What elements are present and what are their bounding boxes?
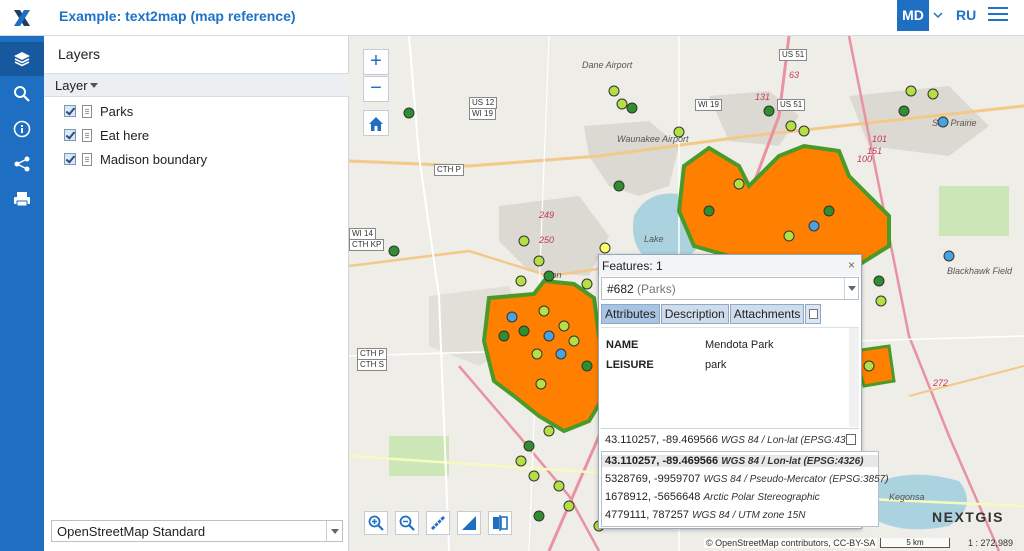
measure-area-button[interactable] (457, 511, 481, 535)
tab-attributes[interactable]: Attributes (601, 304, 660, 324)
language-md-button[interactable]: MD (897, 0, 929, 31)
chevron-down-icon[interactable] (844, 278, 858, 299)
basemap-select[interactable]: OpenStreetMap Standard (51, 520, 343, 542)
swipe-icon (493, 515, 508, 531)
vector-layer-icon (82, 104, 92, 118)
coordinate-option[interactable]: 4779111, 787257 WGS 84 / UTM zone 15N (605, 509, 805, 521)
feature-id: #682 (Parks) (607, 282, 676, 296)
layer-row-madison-boundary[interactable]: Madison boundary (64, 149, 207, 169)
layer-row-parks[interactable]: Parks (64, 101, 133, 121)
layer-checkbox[interactable] (64, 105, 76, 117)
home-icon (369, 117, 383, 131)
zoom-in-box-icon (368, 515, 384, 531)
coord-option-value: 43.110257, -89.469566 (605, 455, 719, 467)
edit-feature-icon[interactable] (805, 304, 822, 324)
popup-title: Features: 1 (602, 259, 663, 273)
measure-distance-icon (431, 516, 445, 530)
tab-attachments[interactable]: Attachments (729, 304, 805, 324)
measure-distance-button[interactable] (426, 511, 450, 535)
zoom-out-box-button[interactable] (395, 511, 419, 535)
top-header: Example: text2map (map reference) MD RU (0, 0, 1024, 36)
coord-option-crs: WGS 84 / UTM zone 15N (692, 510, 806, 521)
attributes-scrollbar[interactable] (849, 328, 859, 427)
share-icon[interactable] (0, 147, 44, 181)
feature-info-popup[interactable]: Features: 1 × #682 (Parks) Attributes De… (598, 254, 889, 529)
scale-ratio: 1 : 272,989 (968, 538, 1014, 548)
coord-option-crs: Arctic Polar Stereographic (703, 492, 820, 503)
vector-layer-icon (82, 128, 92, 142)
feature-id-value: #682 (607, 282, 634, 296)
attribute-value: Mendota Park (705, 339, 774, 351)
layer-column-header[interactable]: Layer (44, 73, 349, 97)
language-ru-button[interactable]: RU (956, 0, 976, 31)
measure-area-icon (462, 516, 476, 530)
attribute-key: LEISURE (606, 359, 654, 371)
feature-select[interactable]: #682 (Parks) (601, 277, 859, 300)
coord-option-crs: WGS 84 / Lon-lat (EPSG:4326) (721, 456, 864, 467)
basemap-value: OpenStreetMap Standard (57, 524, 206, 539)
layer-name[interactable]: Madison boundary (100, 152, 207, 167)
caret-down-icon[interactable] (90, 83, 98, 88)
coord-crs: WGS 84 / Lon-lat (EPSG:43... (721, 435, 854, 446)
coord-value: 43.110257, -89.469566 (605, 434, 718, 446)
attribute-value: park (705, 359, 727, 371)
coordinates-dropdown[interactable]: 43.110257, -89.469566 WGS 84 / Lon-lat (… (601, 451, 889, 527)
home-button[interactable] (363, 110, 389, 136)
coord-option-value: 4779111, 787257 (605, 509, 690, 521)
attributes-table: NAME Mendota Park LEISURE park (601, 327, 859, 427)
attribute-key: NAME (606, 339, 639, 351)
coord-option-crs: WGS 84 / Pseudo-Mercator (EPSG:3857) (703, 474, 889, 485)
layer-row-eat-here[interactable]: Eat here (64, 125, 149, 145)
print-icon[interactable] (0, 182, 44, 216)
close-icon[interactable]: × (848, 258, 855, 272)
layers-panel: Layers Layer Parks Eat here Madison boun… (44, 36, 349, 551)
layer-column-label: Layer (55, 78, 88, 93)
layers-icon[interactable] (0, 42, 44, 76)
zoom-out-box-icon (399, 515, 415, 531)
left-nav-rail (0, 36, 44, 551)
popup-tabs: Attributes Description Attachments (601, 304, 822, 324)
map-attribution[interactable]: © OpenStreetMap contributors, CC-BY-SA (704, 538, 878, 548)
layer-name[interactable]: Parks (100, 104, 133, 119)
info-icon[interactable] (0, 112, 44, 146)
hamburger-icon[interactable] (988, 7, 1008, 23)
x-logo-icon[interactable] (0, 0, 44, 36)
swipe-button[interactable] (488, 511, 512, 535)
panel-title: Layers (58, 46, 101, 62)
coordinate-option[interactable]: 5328769, -9959707 WGS 84 / Pseudo-Mercat… (605, 473, 889, 485)
zoom-in-button[interactable]: + (363, 49, 389, 75)
coord-option-value: 5328769, -9959707 (605, 473, 701, 485)
coordinates-current: 43.110257, -89.469566 WGS 84 / Lon-lat (… (605, 434, 854, 446)
copy-icon[interactable] (846, 434, 856, 445)
search-icon[interactable] (0, 77, 44, 111)
coord-option-value: 1678912, -5656648 (605, 491, 701, 503)
layer-name[interactable]: Eat here (100, 128, 149, 143)
scale-bar: 5 km (880, 538, 950, 548)
layer-checkbox[interactable] (64, 129, 76, 141)
coordinate-option[interactable]: 43.110257, -89.469566 WGS 84 / Lon-lat (… (602, 455, 878, 467)
zoom-in-box-button[interactable] (364, 511, 388, 535)
nextgis-logo: NEXTGIS (932, 509, 1004, 525)
vector-layer-icon (82, 152, 92, 166)
page-title: Example: text2map (map reference) (59, 8, 296, 24)
layer-checkbox[interactable] (64, 153, 76, 165)
zoom-out-button[interactable]: − (363, 76, 389, 102)
chevron-down-icon[interactable] (932, 9, 944, 21)
coordinate-option[interactable]: 1678912, -5656648 Arctic Polar Stereogra… (605, 491, 820, 503)
chevron-down-icon[interactable] (326, 521, 342, 541)
coordinates-field[interactable]: 43.110257, -89.469566 WGS 84 / Lon-lat (… (601, 428, 859, 450)
feature-layer-name: (Parks) (637, 282, 676, 296)
popup-header: Features: 1 × (599, 255, 861, 276)
tab-description[interactable]: Description (660, 304, 729, 324)
